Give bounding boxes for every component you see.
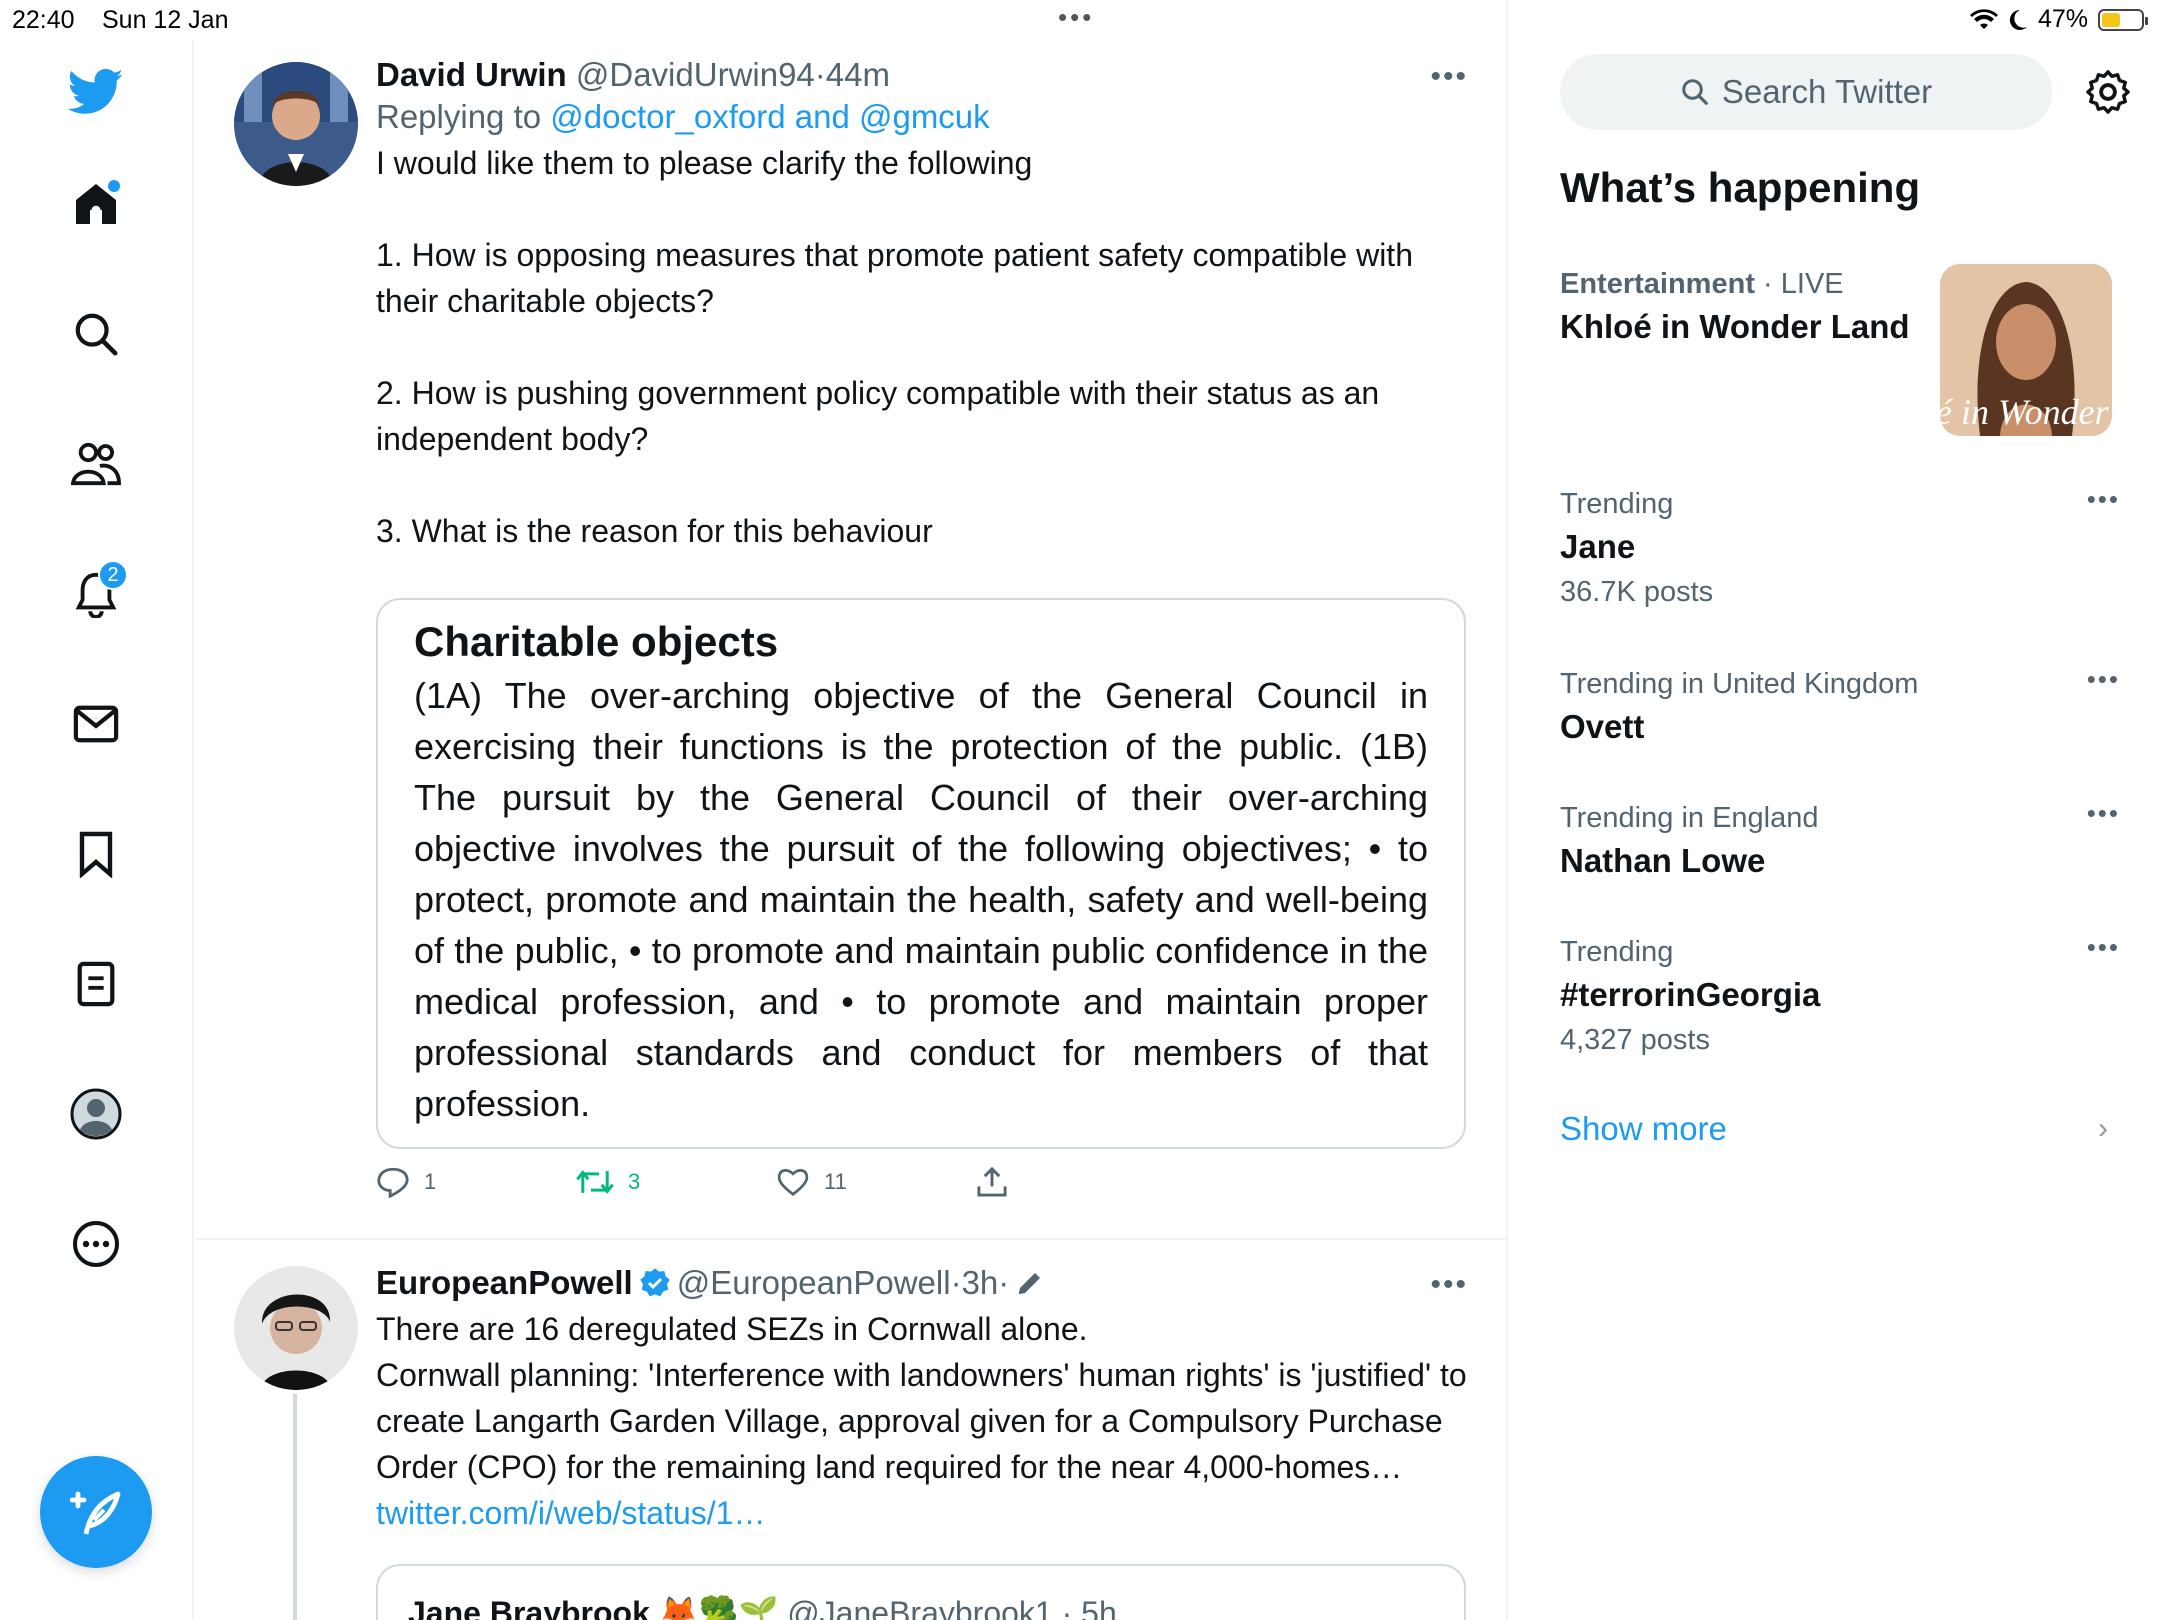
- twitter-logo-icon[interactable]: [60, 56, 132, 128]
- home-unread-dot: [108, 180, 120, 192]
- compose-button[interactable]: [40, 1456, 152, 1568]
- card-title: Charitable objects: [414, 618, 779, 665]
- separator: ·: [998, 1264, 1010, 1301]
- retweet-icon: [576, 1170, 614, 1194]
- live-label: LIVE: [1780, 268, 1844, 300]
- separator: ·: [814, 56, 826, 93]
- separator: ·: [1754, 268, 1781, 300]
- share-icon: [977, 1166, 1007, 1197]
- like-icon: [777, 1169, 809, 1196]
- edit-pencil-icon[interactable]: [1015, 1268, 1045, 1298]
- gear-icon[interactable]: [2078, 62, 2138, 122]
- communities-icon[interactable]: [60, 428, 132, 500]
- quote-time: 5h: [1081, 1595, 1117, 1620]
- reply-button[interactable]: 1: [376, 1166, 576, 1198]
- share-button[interactable]: [976, 1166, 1176, 1198]
- notifications-badge: 2: [98, 560, 128, 590]
- retweet-button[interactable]: 3: [576, 1166, 776, 1198]
- trend-category: Entertainment: [1560, 268, 1755, 300]
- reply-icon: [377, 1167, 409, 1198]
- trend-topic: Ovett: [1560, 708, 1645, 745]
- quote-author-emojis: 🦊🥦🌱: [658, 1595, 779, 1620]
- tweet-text: I would like them to please clarify the …: [376, 145, 1413, 549]
- tweet-text: There are 16 deregulated SEZs in Cornwal…: [376, 1306, 1468, 1536]
- more-icon[interactable]: [60, 1208, 132, 1280]
- tweet-body: David Urwin @DavidUrwin94 · 44m Replying…: [376, 56, 1468, 554]
- home-icon[interactable]: [60, 168, 132, 240]
- tweet[interactable]: David Urwin @DavidUrwin94 · 44m Replying…: [196, 50, 1506, 1240]
- trend-thumbnail[interactable]: é in Wonder L: [1940, 264, 2112, 436]
- trend-topic: Nathan Lowe: [1560, 842, 1766, 879]
- tweet-body: EuropeanPowell @EuropeanPowell · 3h · Th…: [376, 1264, 1468, 1536]
- tweet-header: David Urwin @DavidUrwin94 · 44m: [376, 56, 1468, 94]
- compose-icon: [70, 1491, 121, 1535]
- search-input[interactable]: Search Twitter: [1560, 54, 2052, 130]
- tweet-actions: 1 3 11: [376, 1166, 1176, 1198]
- trend-more-icon[interactable]: •••: [2087, 932, 2120, 963]
- like-button[interactable]: 11: [776, 1166, 976, 1198]
- bookmark-icon[interactable]: [60, 818, 132, 890]
- author-name[interactable]: David Urwin: [376, 56, 567, 94]
- tweet-more-icon[interactable]: •••: [1430, 60, 1468, 94]
- thread-line: [293, 1394, 297, 1620]
- thumbnail-text: é in Wonder L: [1940, 392, 2112, 432]
- trend-item[interactable]: Trending in United Kingdom Ovett •••: [1560, 664, 2120, 750]
- trend-item[interactable]: Trending Jane 36.7K posts •••: [1560, 484, 2120, 614]
- lists-icon[interactable]: [60, 948, 132, 1020]
- tweet[interactable]: EuropeanPowell @EuropeanPowell · 3h · Th…: [196, 1240, 1506, 1620]
- trend-item[interactable]: Trending in England Nathan Lowe •••: [1560, 798, 2120, 884]
- notifications-icon[interactable]: 2: [60, 558, 132, 630]
- separator: ·: [950, 1264, 962, 1301]
- trend-topic: #terrorinGeorgia: [1560, 976, 1821, 1013]
- quote-author-handle: @JaneBraybrook1: [787, 1595, 1053, 1620]
- trend-topic: Jane: [1560, 528, 1636, 565]
- messages-icon[interactable]: [60, 688, 132, 760]
- trend-more-icon[interactable]: •••: [2087, 484, 2120, 515]
- author-handle[interactable]: @EuropeanPowell: [677, 1264, 951, 1302]
- trend-count: 36.7K posts: [1560, 576, 1714, 608]
- avatar[interactable]: [234, 1266, 358, 1390]
- replying-to: Replying to @doctor_oxford and @gmcuk: [376, 98, 1468, 136]
- trend-item[interactable]: Trending #terrorinGeorgia 4,327 posts ••…: [1560, 932, 2120, 1062]
- chevron-right-icon[interactable]: ›: [2098, 1112, 2108, 1146]
- tweet-time[interactable]: 44m: [826, 56, 890, 94]
- left-nav: 2: [0, 40, 194, 1620]
- right-sidebar: Search Twitter What’s happening Entertai…: [1508, 0, 2160, 1620]
- separator: ·: [1052, 1595, 1082, 1620]
- quote-tweet[interactable]: Jane Braybrook 🦊🥦🌱 @JaneBraybrook1 · 5h: [376, 1564, 1466, 1620]
- trend-more-icon[interactable]: •••: [2087, 798, 2120, 829]
- search-icon[interactable]: [60, 298, 132, 370]
- tweet-link[interactable]: twitter.com/i/web/status/1…: [376, 1495, 765, 1531]
- verified-icon: [640, 1268, 670, 1297]
- trend-count: 4,327 posts: [1560, 1024, 1710, 1056]
- section-title: What’s happening: [1560, 164, 1921, 211]
- like-count: 11: [824, 1169, 847, 1194]
- author-name[interactable]: EuropeanPowell: [376, 1264, 633, 1302]
- tweet-text-content: There are 16 deregulated SEZs in Cornwal…: [376, 1311, 1467, 1485]
- trend-context: Trending in England: [1560, 802, 1819, 834]
- replying-prefix: Replying to: [376, 98, 542, 135]
- replying-to-link[interactable]: @doctor_oxford and @gmcuk: [550, 98, 989, 136]
- trend-context: Trending: [1560, 488, 1674, 520]
- card-text: (1A) The over-arching objective of the G…: [414, 675, 1428, 1124]
- timeline[interactable]: David Urwin @DavidUrwin94 · 44m Replying…: [196, 0, 1508, 1620]
- show-more-link[interactable]: Show more: [1560, 1110, 1727, 1148]
- avatar[interactable]: [234, 62, 358, 186]
- trend-more-icon[interactable]: •••: [2087, 664, 2120, 695]
- tweet-time[interactable]: 3h: [962, 1264, 999, 1302]
- trend-context: Trending: [1560, 936, 1674, 968]
- trend-context: Trending in United Kingdom: [1560, 668, 1919, 700]
- search-placeholder: Search Twitter: [1721, 73, 1933, 110]
- status-time: 22:40: [12, 6, 75, 34]
- tweet-more-icon[interactable]: •••: [1430, 1268, 1468, 1302]
- author-handle[interactable]: @DavidUrwin94: [576, 56, 815, 94]
- profile-icon[interactable]: [60, 1078, 132, 1150]
- quote-author-name: Jane Braybrook: [408, 1595, 650, 1620]
- image-card[interactable]: Charitable objects (1A) The over-arching…: [376, 598, 1466, 1149]
- search-icon: [1682, 79, 1708, 105]
- tweet-header: EuropeanPowell @EuropeanPowell · 3h ·: [376, 1264, 1468, 1302]
- reply-count: 1: [424, 1169, 437, 1194]
- retweet-count: 3: [628, 1169, 641, 1194]
